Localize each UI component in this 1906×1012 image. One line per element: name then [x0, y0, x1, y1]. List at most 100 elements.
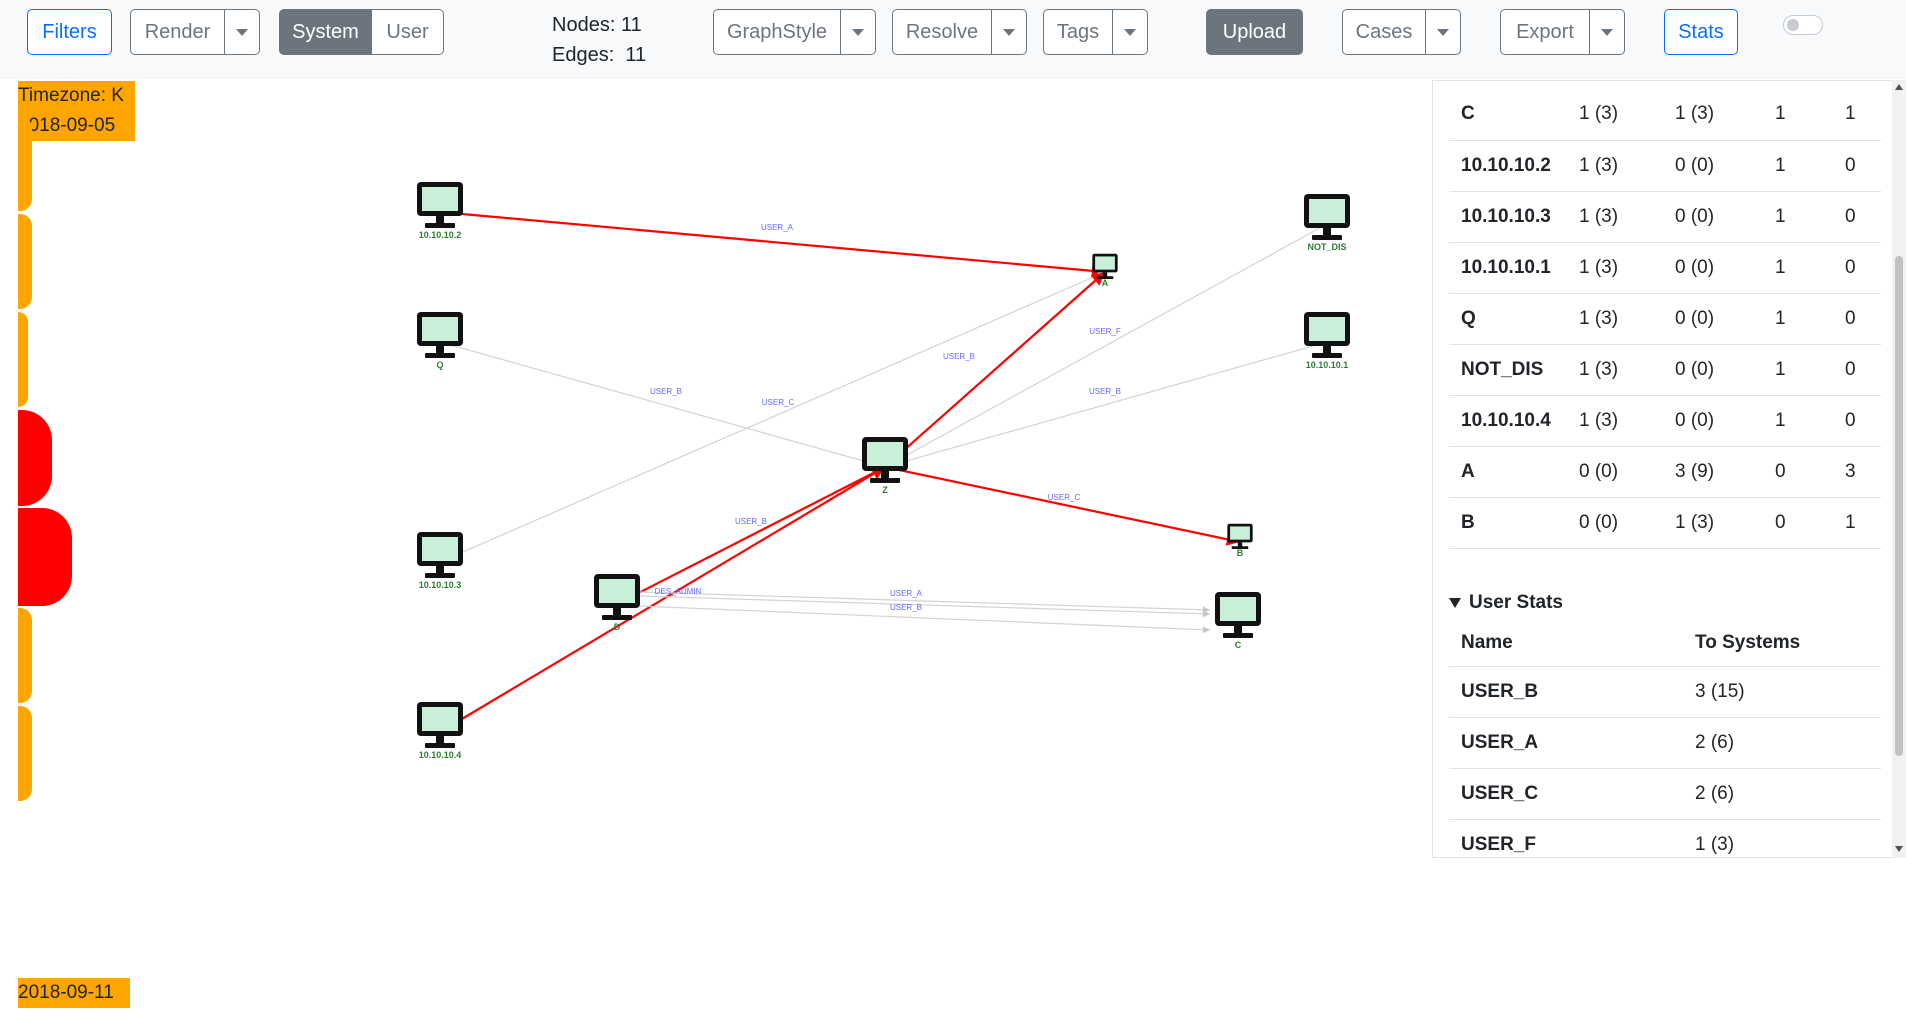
graph-node-computer-icon[interactable] [1092, 253, 1118, 279]
node-label: A [1102, 278, 1109, 288]
cell-to-systems: 3 (15) [1683, 666, 1881, 718]
graph-edge[interactable] [884, 465, 1241, 546]
graph-canvas[interactable]: USER_A USER_B USER_C USER_B USER_F USER_B USER… [140, 78, 1430, 1012]
export-dropdown-toggle[interactable] [1590, 9, 1625, 55]
cell-d: 3 [1833, 446, 1881, 498]
graphstyle-button-group: GraphStyle [713, 9, 876, 55]
cell-name: 10.10.10.3 [1449, 191, 1567, 243]
cell-c: 0 [1763, 446, 1833, 498]
stats-scrollbar[interactable] [1892, 80, 1906, 858]
graph-node-computer-icon[interactable] [1227, 523, 1253, 549]
mode-system-button[interactable]: System [279, 9, 372, 55]
user-stats-row: USER_F 1 (3) [1449, 819, 1881, 857]
timeline-segment-5[interactable] [18, 508, 72, 606]
cell-a: 0 (0) [1567, 497, 1663, 549]
graph-edge[interactable] [884, 271, 1106, 468]
cell-to-systems: 1 (3) [1683, 819, 1881, 857]
stats-button[interactable]: Stats [1664, 9, 1738, 55]
graph-node-computer-icon[interactable] [1304, 312, 1350, 358]
cases-dropdown-toggle[interactable] [1426, 9, 1461, 55]
graph-node-computer-icon[interactable] [417, 182, 463, 228]
graph-edge[interactable] [638, 595, 1211, 618]
cell-b: 0 (0) [1663, 140, 1763, 192]
render-dropdown-toggle[interactable] [225, 9, 260, 55]
network-graph[interactable]: USER_A USER_B USER_C USER_B USER_F USER_B USER… [140, 78, 1430, 1012]
node-label: Q [436, 360, 443, 370]
cell-c: 0 [1763, 497, 1833, 549]
edge-label: USER_C [1048, 493, 1081, 502]
scroll-up-icon[interactable] [1895, 84, 1903, 90]
cell-c: 1 [1763, 89, 1833, 141]
cell-c: 1 [1763, 242, 1833, 294]
user-stats-header[interactable]: User Stats [1449, 585, 1881, 621]
nodes-count: Nodes: 11 [552, 14, 642, 36]
graph-edge[interactable] [616, 466, 886, 605]
system-stats-row: B0 (0) 1 (3) 0 1 [1449, 497, 1881, 549]
node-label: Z [882, 485, 888, 495]
timeline-segment-1[interactable] [18, 116, 32, 211]
cell-name: 10.10.10.1 [1449, 242, 1567, 294]
cell-a: 1 (3) [1567, 395, 1663, 447]
cell-user-name: USER_A [1449, 717, 1683, 769]
edge-label: USER_A [890, 589, 923, 598]
export-button[interactable]: Export [1500, 9, 1590, 55]
timeline-segment-2[interactable] [18, 214, 32, 309]
graph-counts: Nodes: 11 Edges: 11 [552, 10, 646, 70]
timezone-label: Timezone: K [18, 85, 124, 106]
toolbar: Filters Render System User Nodes: 11 Edg… [0, 0, 1906, 78]
graph-node-computer-icon[interactable] [594, 574, 640, 620]
user-stats-row: USER_B 3 (15) [1449, 666, 1881, 718]
graph-node-computer-icon[interactable] [1215, 592, 1261, 638]
toggle-switch[interactable] [1783, 15, 1823, 35]
graphstyle-button[interactable]: GraphStyle [713, 9, 841, 55]
cell-to-systems: 2 (6) [1683, 717, 1881, 769]
upload-button[interactable]: Upload [1206, 9, 1303, 55]
user-stats-row: USER_A 2 (6) [1449, 717, 1881, 769]
cell-c: 1 [1763, 293, 1833, 345]
resolve-dropdown-toggle[interactable] [992, 9, 1027, 55]
tags-dropdown-toggle[interactable] [1113, 9, 1148, 55]
system-stats-row: 10.10.10.2 1 (3) 0 (0) 1 0 [1449, 140, 1881, 192]
graph-node-computer-icon[interactable] [417, 312, 463, 358]
graph-node-computer-icon[interactable] [417, 532, 463, 578]
cell-d: 1 [1833, 89, 1881, 141]
edges-count: Edges: 11 [552, 44, 647, 66]
cell-c: 1 [1763, 395, 1833, 447]
timeline-segment-7[interactable] [18, 706, 32, 801]
graph-edge[interactable] [638, 591, 1211, 614]
node-label: B [1237, 548, 1244, 558]
tags-button[interactable]: Tags [1043, 9, 1113, 55]
system-stats-row: 10.10.10.4 1 (3) 0 (0) 1 0 [1449, 395, 1881, 447]
node-label: 10.10.10.2 [419, 230, 462, 240]
graphstyle-dropdown-toggle[interactable] [841, 9, 876, 55]
graph-node-computer-icon[interactable] [417, 702, 463, 748]
cases-button[interactable]: Cases [1342, 9, 1426, 55]
timeline-segment-3[interactable] [18, 312, 28, 407]
timeline-segment-6[interactable] [18, 608, 32, 703]
scroll-down-icon[interactable] [1895, 846, 1903, 852]
filters-button[interactable]: Filters [27, 9, 112, 55]
resolve-button[interactable]: Resolve [892, 9, 992, 55]
user-stats-row: USER_C 2 (6) [1449, 768, 1881, 820]
end-date: 2018-09-11 [18, 978, 130, 1008]
tags-button-group: Tags [1043, 9, 1148, 55]
cell-name: NOT_DIS [1449, 344, 1567, 396]
render-button[interactable]: Render [130, 9, 225, 55]
timeline-segment-4[interactable] [18, 410, 52, 506]
system-stats-row: NOT_DIS 1 (3) 0 (0) 1 0 [1449, 344, 1881, 396]
cell-a: 1 (3) [1567, 242, 1663, 294]
cell-name: A [1449, 446, 1567, 498]
edge-label: USER_B [1089, 387, 1121, 396]
export-button-group: Export [1500, 9, 1625, 55]
edge-label: USER_B [735, 517, 767, 526]
render-button-group: Render [130, 9, 260, 55]
graph-edge[interactable] [439, 271, 1106, 563]
graph-edge[interactable] [439, 210, 1106, 278]
graph-edge[interactable] [439, 466, 886, 733]
graph-edge[interactable] [439, 341, 886, 469]
graph-edge[interactable] [638, 605, 1211, 634]
node-label: C [1235, 640, 1242, 650]
toggle-knob [1787, 19, 1799, 31]
scrollbar-thumb[interactable] [1895, 256, 1903, 756]
mode-user-button[interactable]: User [372, 9, 444, 55]
